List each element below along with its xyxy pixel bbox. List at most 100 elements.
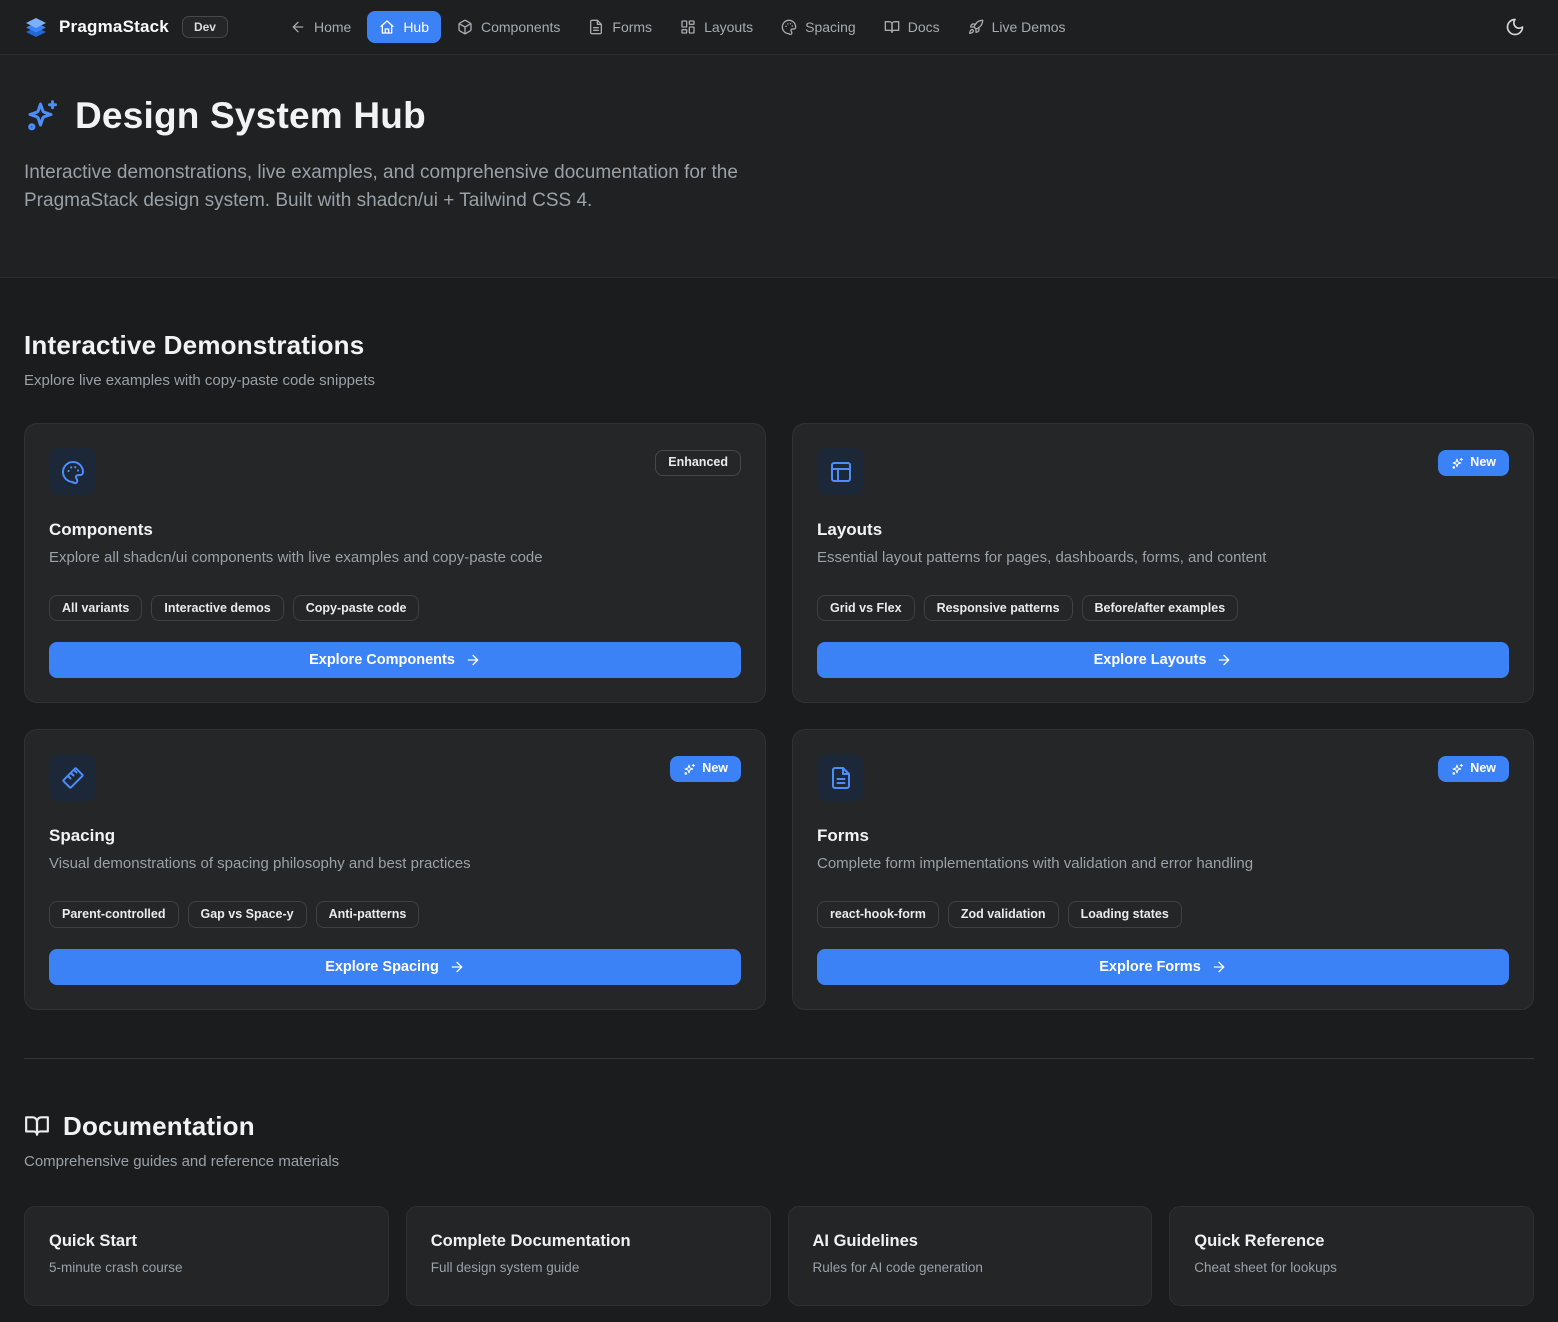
card-tags: react-hook-form Zod validation Loading sta… — [817, 901, 1509, 927]
ruler-icon — [61, 766, 85, 790]
nav-item-layouts[interactable]: Layouts — [668, 11, 765, 43]
demo-card-layouts: New Layouts Essential layout patterns fo… — [792, 423, 1534, 703]
arrow-right-icon — [449, 959, 465, 975]
card-title: Forms — [817, 826, 1509, 846]
card-description: Explore all shadcn/ui components with li… — [49, 549, 741, 566]
palette-icon — [61, 460, 85, 484]
sparkles-icon — [683, 763, 696, 776]
page-title: Design System Hub — [24, 95, 1534, 137]
card-badge: New — [670, 756, 741, 782]
file-text-icon — [588, 19, 604, 35]
arrow-right-icon — [465, 652, 481, 668]
brand[interactable]: PragmaStack Dev — [24, 15, 228, 39]
hero: Design System Hub Interactive demonstrat… — [0, 55, 1558, 278]
home-icon — [379, 19, 395, 35]
documentation-section-subtitle: Comprehensive guides and reference mater… — [24, 1153, 1534, 1170]
card-icon-tile — [49, 448, 96, 495]
doc-card-description: Cheat sheet for lookups — [1194, 1260, 1509, 1275]
documentation-section: Documentation Comprehensive guides and r… — [24, 1111, 1534, 1306]
arrow-right-icon — [1211, 959, 1227, 975]
documentation-section-title: Documentation — [24, 1111, 1534, 1142]
doc-card-title: Quick Reference — [1194, 1232, 1509, 1251]
documentation-title-text: Documentation — [63, 1111, 255, 1142]
page-title-text: Design System Hub — [75, 95, 426, 137]
card-tag: Copy-paste code — [293, 595, 420, 621]
card-title: Components — [49, 520, 741, 540]
card-title: Layouts — [817, 520, 1509, 540]
doc-card-title: AI Guidelines — [813, 1232, 1128, 1251]
nav-item-live-demos[interactable]: Live Demos — [956, 11, 1078, 43]
doc-card-grid: Quick Start 5-minute crash course Comple… — [24, 1206, 1534, 1306]
sparkles-icon — [1451, 763, 1464, 776]
card-tags: All variants Interactive demos Copy-paste … — [49, 595, 741, 621]
nav-item-hub[interactable]: Hub — [367, 11, 441, 43]
card-title: Spacing — [49, 826, 741, 846]
doc-card-ai-guidelines[interactable]: AI Guidelines Rules for AI code generati… — [788, 1206, 1153, 1306]
doc-card-quick-reference[interactable]: Quick Reference Cheat sheet for lookups — [1169, 1206, 1534, 1306]
card-tag: Responsive patterns — [924, 595, 1073, 621]
main-content: Interactive Demonstrations Explore live … — [0, 330, 1558, 1322]
book-open-icon — [24, 1113, 50, 1139]
demo-card-spacing: New Spacing Visual demonstrations of spa… — [24, 729, 766, 1009]
card-tags: Grid vs Flex Responsive patterns Before/af… — [817, 595, 1509, 621]
nav-item-forms[interactable]: Forms — [576, 11, 664, 43]
card-tag: react-hook-form — [817, 901, 939, 927]
card-tag: Grid vs Flex — [817, 595, 915, 621]
demo-card-forms: New Forms Complete form implementations … — [792, 729, 1534, 1009]
doc-card-title: Quick Start — [49, 1232, 364, 1251]
palette-icon — [781, 19, 797, 35]
doc-card-description: Full design system guide — [431, 1260, 746, 1275]
layout-panel-icon — [829, 460, 853, 484]
card-description: Visual demonstrations of spacing philoso… — [49, 855, 741, 872]
layers-icon — [24, 15, 48, 39]
card-tag: Anti-patterns — [316, 901, 420, 927]
demo-card-components: Enhanced Components Explore all shadcn/u… — [24, 423, 766, 703]
section-divider — [24, 1058, 1534, 1059]
card-badge: Enhanced — [655, 450, 741, 476]
page-subtitle: Interactive demonstrations, live example… — [24, 159, 780, 215]
nav-item-home[interactable]: Home — [278, 11, 363, 43]
explore-forms-button[interactable]: Explore Forms — [817, 949, 1509, 985]
card-tag: Parent-controlled — [49, 901, 179, 927]
nav-item-docs[interactable]: Docs — [872, 11, 952, 43]
sparkles-icon — [24, 98, 60, 134]
sparkles-icon — [1451, 457, 1464, 470]
file-text-icon — [829, 766, 853, 790]
card-tag: Zod validation — [948, 901, 1059, 927]
moon-icon — [1505, 17, 1525, 37]
nav-item-spacing[interactable]: Spacing — [769, 11, 868, 43]
demos-section-title: Interactive Demonstrations — [24, 330, 1534, 361]
card-icon-tile — [49, 754, 96, 801]
explore-layouts-button[interactable]: Explore Layouts — [817, 642, 1509, 678]
card-icon-tile — [817, 448, 864, 495]
card-badge: New — [1438, 450, 1509, 476]
card-description: Complete form implementations with valid… — [817, 855, 1509, 872]
card-description: Essential layout patterns for pages, das… — [817, 549, 1509, 566]
doc-card-description: Rules for AI code generation — [813, 1260, 1128, 1275]
card-tag: Interactive demos — [151, 595, 283, 621]
explore-spacing-button[interactable]: Explore Spacing — [49, 949, 741, 985]
arrow-left-icon — [290, 19, 306, 35]
brand-name: PragmaStack — [59, 17, 169, 37]
card-tag: Loading states — [1068, 901, 1182, 927]
theme-toggle-button[interactable] — [1496, 8, 1534, 46]
card-tag: All variants — [49, 595, 142, 621]
card-badge: New — [1438, 756, 1509, 782]
nav-item-components[interactable]: Components — [445, 11, 572, 43]
box-icon — [457, 19, 473, 35]
card-icon-tile — [817, 754, 864, 801]
navbar: PragmaStack Dev Home Hub Components Form… — [0, 0, 1558, 55]
demo-card-grid: Enhanced Components Explore all shadcn/u… — [24, 423, 1534, 1010]
demos-section: Interactive Demonstrations Explore live … — [24, 330, 1534, 1010]
arrow-right-icon — [1216, 652, 1232, 668]
explore-components-button[interactable]: Explore Components — [49, 642, 741, 678]
dev-badge: Dev — [182, 16, 228, 38]
card-tag: Gap vs Space-y — [188, 901, 307, 927]
card-tag: Before/after examples — [1082, 595, 1239, 621]
doc-card-description: 5-minute crash course — [49, 1260, 364, 1275]
doc-card-quick-start[interactable]: Quick Start 5-minute crash course — [24, 1206, 389, 1306]
main-nav: Home Hub Components Forms Layouts Spacin… — [278, 11, 1078, 43]
doc-card-complete-documentation[interactable]: Complete Documentation Full design syste… — [406, 1206, 771, 1306]
demos-section-subtitle: Explore live examples with copy-paste co… — [24, 372, 1534, 389]
card-tags: Parent-controlled Gap vs Space-y Anti-patt… — [49, 901, 741, 927]
